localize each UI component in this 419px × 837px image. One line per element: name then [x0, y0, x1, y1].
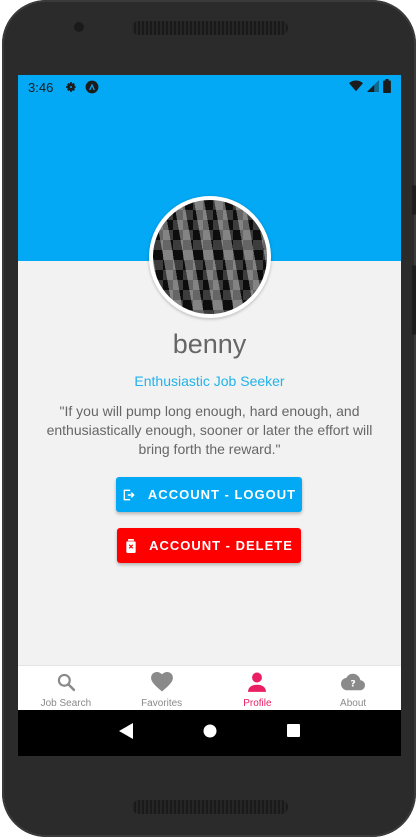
logout-label: ACCOUNT - LOGOUT — [147, 487, 297, 502]
profile-username: benny — [172, 329, 247, 359]
search-icon — [56, 671, 76, 693]
wifi-icon — [349, 79, 363, 95]
front-camera — [74, 22, 84, 32]
app-screen: 3:46 benny Enthusiastic Job Seeker "If y… — [18, 75, 401, 756]
nav-label-about: About — [340, 698, 367, 709]
delete-label: ACCOUNT - DELETE — [149, 538, 293, 553]
signal-icon — [367, 79, 379, 95]
profile-quote: "If you will pump long enough, hard enou… — [46, 403, 373, 457]
gear-icon — [65, 81, 77, 93]
delete-account-button[interactable]: ACCOUNT - DELETE — [117, 528, 301, 563]
home-icon[interactable] — [203, 724, 217, 743]
bottom-speaker — [132, 800, 288, 814]
avatar — [149, 196, 271, 318]
status-time: 3:46 — [28, 79, 54, 95]
heart-icon — [150, 671, 173, 693]
app-logo-icon — [85, 80, 99, 94]
trash-icon — [125, 538, 137, 553]
volume-button — [412, 265, 416, 335]
cloud-help-icon: ? — [341, 671, 366, 693]
android-navigation-bar — [18, 710, 401, 756]
nav-item-profile[interactable]: Profile — [210, 666, 306, 710]
phone-frame: 3:46 benny Enthusiastic Job Seeker "If y… — [2, 0, 416, 837]
nav-item-job-search[interactable]: Job Search — [18, 666, 114, 710]
bottom-navigation: Job Search Favorites Profile ? About — [18, 665, 401, 710]
person-icon — [248, 671, 267, 693]
profile-title: Enthusiastic Job Seeker — [134, 373, 285, 389]
side-button — [412, 185, 416, 215]
back-icon[interactable] — [119, 722, 133, 744]
nav-label-profile: Profile — [243, 698, 272, 709]
status-bar: 3:46 — [18, 75, 401, 99]
nav-item-about[interactable]: ? About — [305, 666, 401, 710]
logout-button[interactable]: ACCOUNT - LOGOUT — [116, 477, 302, 512]
recents-icon[interactable] — [287, 724, 300, 742]
nav-item-favorites[interactable]: Favorites — [114, 666, 210, 710]
logout-icon — [122, 488, 136, 502]
svg-text:?: ? — [350, 679, 355, 690]
nav-label-favorites: Favorites — [141, 698, 183, 709]
top-speaker — [132, 21, 288, 35]
nav-label-job-search: Job Search — [40, 698, 92, 709]
status-right-icons — [349, 78, 391, 96]
battery-icon — [383, 78, 391, 96]
